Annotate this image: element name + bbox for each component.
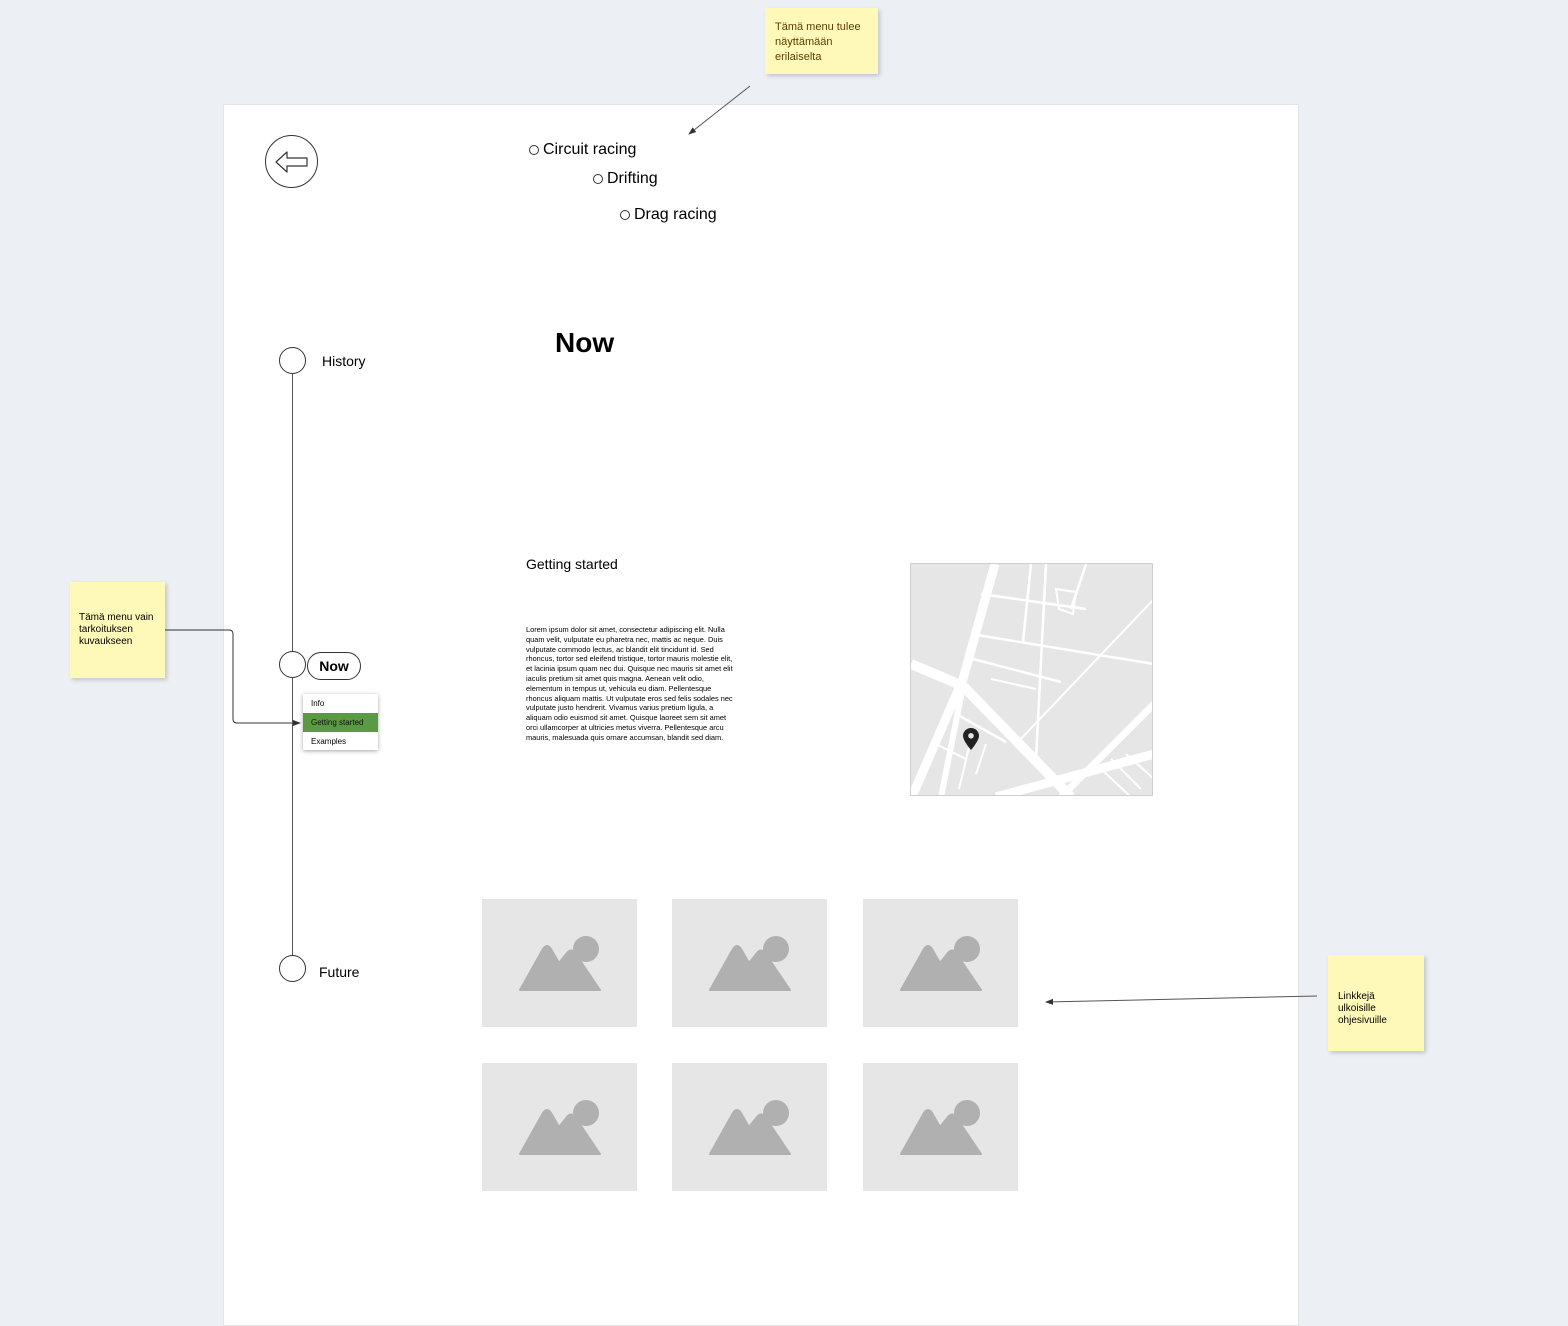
submenu-item-examples[interactable]: Examples (303, 732, 378, 751)
radio-drifting[interactable]: Drifting (593, 170, 658, 188)
radio-label: Drag racing (634, 206, 717, 223)
image-link-6[interactable] (863, 1063, 1018, 1191)
image-placeholder-icon (899, 1100, 982, 1155)
timeline-node-now[interactable] (279, 651, 306, 678)
page-title: Now (555, 327, 615, 358)
radio-dot-icon (620, 210, 630, 220)
arrow-note-left-to-submenu (165, 629, 301, 726)
timeline-node-history[interactable] (279, 347, 306, 374)
body-text: Lorem ipsum dolor sit amet, consectetur … (526, 625, 733, 742)
image-placeholder-icon (899, 936, 982, 991)
map-streets (911, 564, 1152, 795)
radio-label: Circuit racing (543, 141, 637, 158)
map-widget[interactable] (910, 563, 1153, 796)
timeline-node-future[interactable] (279, 955, 306, 982)
image-placeholder-icon (518, 1100, 601, 1155)
timeline-label-now[interactable]: Now (307, 652, 361, 680)
image-placeholder-icon (518, 936, 601, 991)
section-heading: Getting started (526, 556, 618, 572)
radio-label: Drifting (607, 170, 658, 187)
back-button[interactable] (265, 135, 318, 188)
arrow-note-top-to-menu (688, 85, 751, 135)
image-link-3[interactable] (863, 899, 1018, 1027)
map-pin-icon (963, 728, 979, 750)
timeline-label-history[interactable]: History (322, 353, 366, 369)
radio-drag-racing[interactable]: Drag racing (620, 206, 717, 224)
submenu-item-info[interactable]: Info (303, 694, 378, 713)
image-link-5[interactable] (672, 1063, 827, 1191)
image-placeholder-icon (708, 1100, 791, 1155)
radio-dot-icon (529, 145, 539, 155)
image-link-2[interactable] (672, 899, 827, 1027)
arrow-left-icon (275, 151, 308, 173)
submenu-item-getting-started[interactable]: Getting started (303, 713, 378, 732)
image-link-4[interactable] (482, 1063, 637, 1191)
radio-dot-icon (593, 174, 603, 184)
image-link-1[interactable] (482, 899, 637, 1027)
radio-circuit-racing[interactable]: Circuit racing (529, 141, 636, 159)
timeline-label-future[interactable]: Future (319, 964, 359, 980)
arrow-note-right-to-images (1045, 995, 1318, 1005)
image-placeholder-icon (708, 936, 791, 991)
timeline-submenu: Info Getting started Examples (303, 694, 378, 750)
